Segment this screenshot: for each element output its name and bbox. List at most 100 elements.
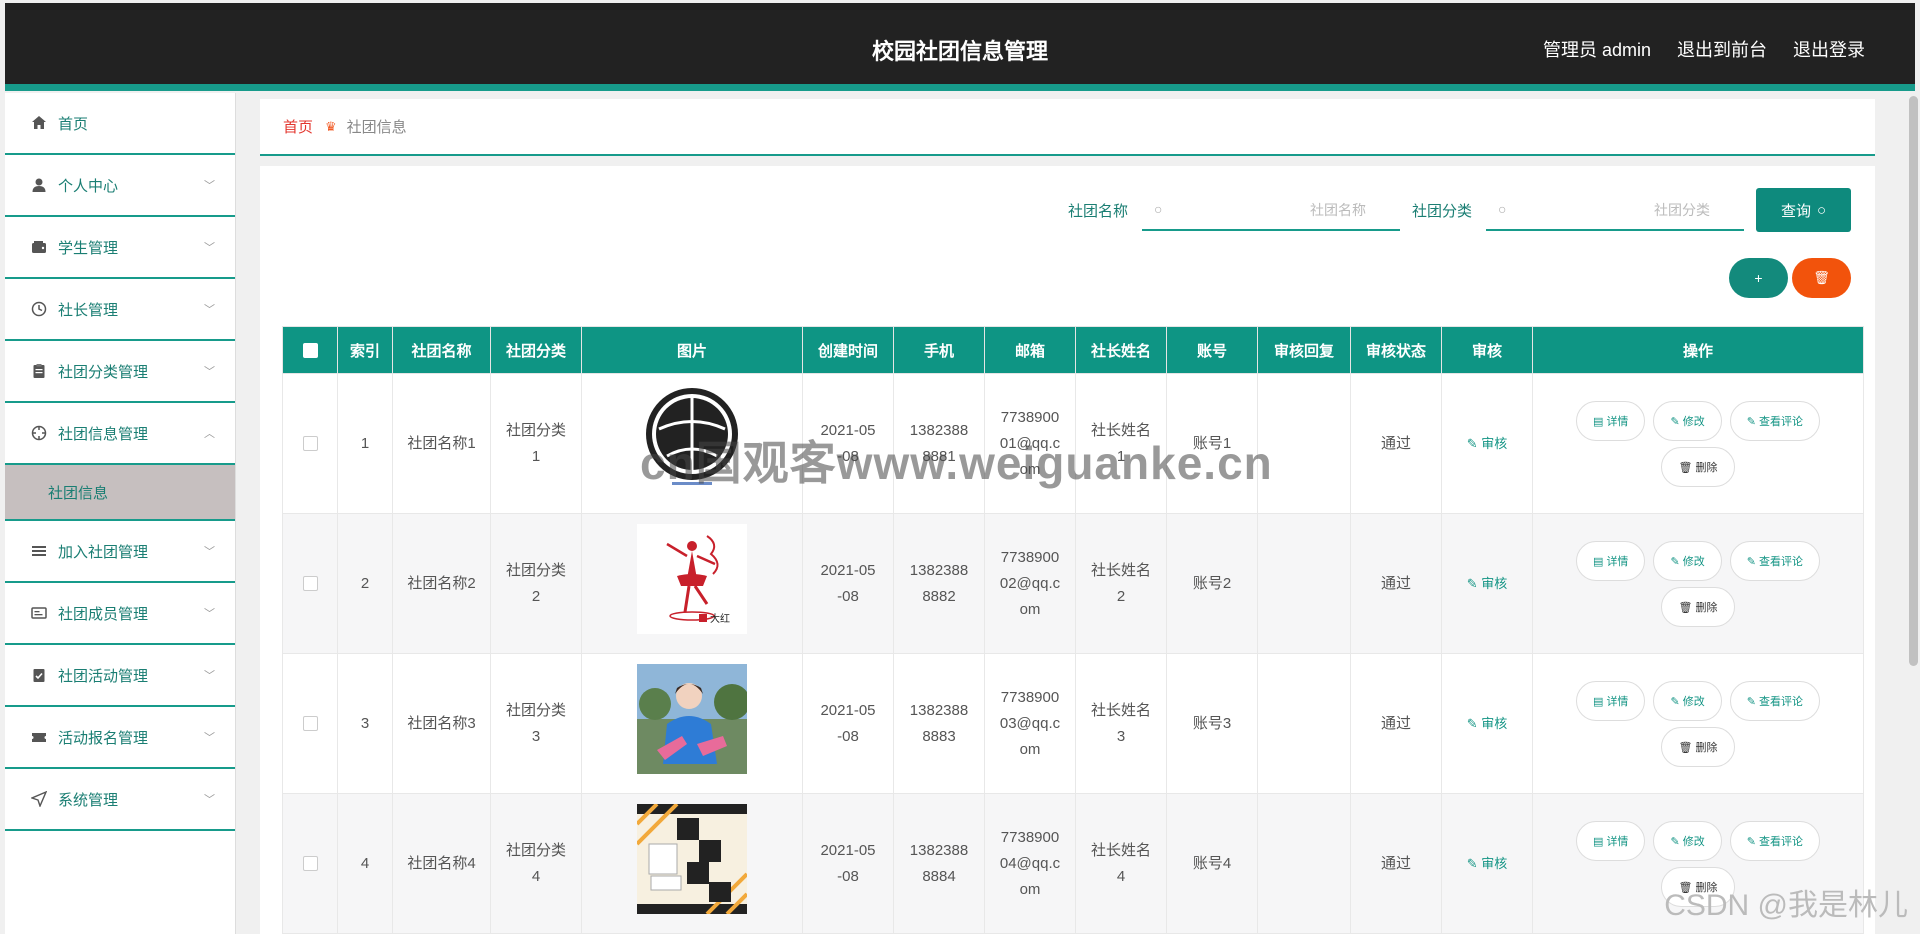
sidebar-item-label: 首页: [58, 115, 89, 133]
card-icon: [30, 604, 48, 622]
edit-icon: ✎: [1746, 835, 1759, 848]
edit-button[interactable]: ✎ 修改: [1653, 820, 1722, 861]
column-header: 邮箱: [984, 326, 1076, 374]
edit-icon: ✎: [1746, 555, 1759, 568]
sidebar-item-activity-signup[interactable]: 活动报名管理 ﹀: [5, 707, 235, 769]
view-comments-button[interactable]: ✎ 查看评论: [1729, 820, 1820, 861]
email-text: om: [1019, 880, 1041, 898]
chevron-down-icon: ﹀: [204, 670, 215, 682]
club-type-cell: 社团分类 3: [490, 653, 582, 794]
club-type-text: 3: [531, 727, 541, 745]
phone-text: 1382388: [909, 561, 969, 579]
delete-button[interactable]: 🗑 删除: [1661, 446, 1735, 487]
detail-button[interactable]: ▤ 详情: [1575, 540, 1646, 581]
batch-delete-button[interactable]: 🗑: [1792, 258, 1851, 298]
view-comments-button[interactable]: ✎ 查看评论: [1729, 400, 1820, 441]
row-checkbox[interactable]: [302, 856, 318, 872]
query-button[interactable]: 查询 ○: [1756, 188, 1851, 232]
detail-label: 详情: [1606, 835, 1629, 848]
breadcrumb-home[interactable]: 首页: [283, 116, 313, 137]
document-icon: ▤: [1592, 555, 1607, 568]
sidebar-item-label: 个人中心: [58, 177, 119, 195]
logout-link[interactable]: 退出登录: [1793, 36, 1865, 62]
email-text: 04@qq.c: [999, 854, 1061, 872]
edit-icon: ✎: [1670, 555, 1683, 568]
target-icon: [30, 424, 48, 442]
sidebar-item-label: 社团信息管理: [58, 425, 149, 443]
sidebar-item-join-club[interactable]: 加入社团管理 ﹀: [5, 521, 235, 583]
view-comments-button[interactable]: ✎ 查看评论: [1729, 680, 1820, 721]
sidebar-item-personal[interactable]: 个人中心 ﹀: [5, 155, 235, 217]
sidebar-item-club-categories[interactable]: 社团分类管理 ﹀: [5, 341, 235, 403]
sidebar-item-club-members[interactable]: 社团成员管理 ﹀: [5, 583, 235, 645]
account-cell: 账号3: [1166, 653, 1258, 794]
comments-label: 查看评论: [1759, 415, 1803, 428]
sidebar-item-system[interactable]: 系统管理 ﹀: [5, 769, 235, 831]
leader-name-cell: 社长姓名 2: [1075, 513, 1167, 654]
club-name-cell: 社团名称2: [392, 513, 491, 654]
sidebar-item-leaders[interactable]: 社长管理 ﹀: [5, 279, 235, 341]
edit-icon: ✎: [1746, 415, 1759, 428]
detail-button[interactable]: ▤ 详情: [1575, 820, 1646, 861]
edit-button[interactable]: ✎ 修改: [1653, 540, 1722, 581]
email-text: 7738900: [1000, 828, 1060, 846]
watermark-text: cn国观客www.weiguanke.cn: [640, 437, 1273, 489]
club-type-text: 社团分类: [505, 421, 566, 439]
phone-cell: 1382388 8884: [893, 793, 985, 934]
table-row: 3 社团名称3 社团分类 3 2021-05 -08 1382388 8883 …: [282, 653, 1864, 794]
breadcrumb-current: 社团信息: [346, 119, 407, 136]
user-icon: [30, 176, 48, 194]
row-select-cell: [282, 793, 338, 934]
sidebar-item-label: 社长管理: [58, 301, 119, 319]
sidebar-item-club-info[interactable]: 社团信息管理 ︿: [5, 403, 235, 465]
sidebar-item-label: 社团成员管理: [58, 605, 149, 623]
sidebar-item-club-activities[interactable]: 社团活动管理 ﹀: [5, 645, 235, 707]
sidebar-item-students[interactable]: 学生管理 ﹀: [5, 217, 235, 279]
sidebar-item-label: 加入社团管理: [58, 543, 149, 561]
index-cell: 2: [337, 513, 393, 654]
row-select-cell: [282, 653, 338, 794]
exit-to-front-link[interactable]: 退出到前台: [1677, 36, 1767, 62]
club-type-cell: 社团分类 2: [490, 513, 582, 654]
submenu-item-club-info[interactable]: 社团信息: [5, 465, 235, 521]
view-comments-button[interactable]: ✎ 查看评论: [1729, 540, 1820, 581]
comments-label: 查看评论: [1759, 695, 1803, 708]
audit-cell: ✎ 审核: [1441, 513, 1533, 654]
audit-link[interactable]: ✎ 审核: [1467, 436, 1508, 451]
club-type-text: 社团分类: [505, 841, 566, 859]
edit-button[interactable]: ✎ 修改: [1653, 400, 1722, 441]
audit-link[interactable]: ✎ 审核: [1467, 576, 1508, 591]
detail-label: 详情: [1606, 555, 1629, 568]
row-checkbox[interactable]: [302, 436, 318, 452]
leader-text: 社长姓名: [1090, 841, 1151, 859]
club-type-cell: 社团分类 1: [490, 373, 582, 514]
vertical-scrollbar[interactable]: [1909, 96, 1918, 666]
row-select-cell: [282, 513, 338, 654]
delete-button[interactable]: 🗑 删除: [1661, 726, 1735, 767]
audit-cell: ✎ 审核: [1441, 793, 1533, 934]
detail-button[interactable]: ▤ 详情: [1575, 680, 1646, 721]
leader-text: 社长姓名: [1090, 701, 1151, 719]
date-text: -08: [837, 727, 859, 745]
sidebar-item-home[interactable]: 首页: [5, 93, 235, 155]
edit-icon: ✎: [1466, 575, 1482, 591]
audit-cell: ✎ 审核: [1441, 653, 1533, 794]
chevron-down-icon: ﹀: [204, 546, 215, 558]
add-button[interactable]: +: [1729, 258, 1788, 298]
club-name-field: ○: [1141, 189, 1400, 231]
dance-club-image: 大红: [637, 524, 747, 634]
row-checkbox[interactable]: [302, 716, 318, 732]
account-cell: 账号2: [1166, 513, 1258, 654]
select-all-checkbox[interactable]: [302, 343, 318, 359]
club-name-input[interactable]: [1175, 197, 1368, 223]
audit-link[interactable]: ✎ 审核: [1467, 856, 1508, 871]
row-checkbox[interactable]: [302, 576, 318, 592]
home-icon: [30, 114, 48, 132]
recruitment-poster-image: [635, 802, 749, 916]
club-type-input[interactable]: [1520, 197, 1712, 223]
detail-button[interactable]: ▤ 详情: [1575, 400, 1646, 441]
audit-link[interactable]: ✎ 审核: [1467, 716, 1508, 731]
edit-button[interactable]: ✎ 修改: [1653, 680, 1722, 721]
delete-button[interactable]: 🗑 删除: [1661, 586, 1735, 627]
phone-text: 8884: [922, 867, 956, 885]
